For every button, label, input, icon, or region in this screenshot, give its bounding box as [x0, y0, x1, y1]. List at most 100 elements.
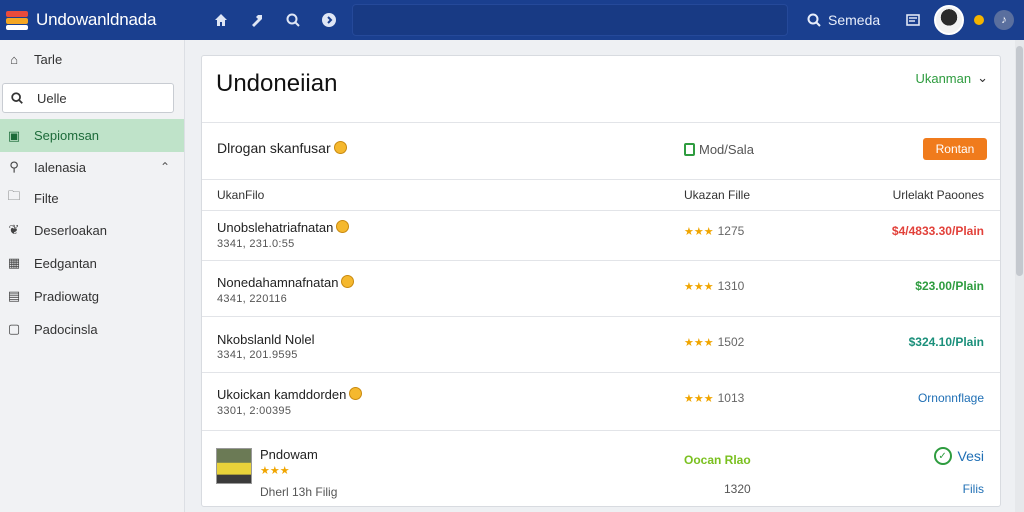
star-icon: ★★★: [684, 336, 714, 349]
row-price: $324.10/Plain: [908, 335, 984, 349]
sidebar-item-label: Deserloakan: [34, 222, 107, 238]
emoji-icon: [336, 220, 350, 233]
sidebar-item-calendar[interactable]: ▦ Eedgantan: [0, 248, 184, 278]
location-icon: ⚲: [9, 159, 19, 174]
sidebar: ⌂ Tarle Uelle ▣ Sepiomsan ⚲ Ialenasia ⌃ …: [0, 40, 185, 512]
action-button[interactable]: Rontan: [923, 138, 987, 160]
info-label: Dlrogan skanfusar: [217, 140, 347, 156]
scrollbar[interactable]: [1015, 40, 1024, 512]
panel-dropdown[interactable]: Ukanman ⌄: [915, 70, 988, 86]
dropdown-value: Ukanman: [915, 70, 972, 86]
global-search-input[interactable]: [352, 4, 788, 36]
column-header-name[interactable]: UkanFilo: [217, 188, 264, 202]
info-icon[interactable]: [318, 9, 340, 31]
sidebar-item-label: Sepiomsan: [34, 128, 100, 143]
row-price[interactable]: Ornonnflage: [918, 391, 984, 405]
divider: [202, 210, 1000, 211]
row-status: Oocan Rlao: [684, 453, 751, 467]
folder-icon: 🗀: [7, 188, 21, 203]
sidebar-item-label: Tarle: [34, 51, 63, 67]
sidebar-item-document[interactable]: ▢ Padocinsla: [0, 314, 184, 344]
row-sub: 4341, 220116: [217, 293, 288, 305]
divider: [202, 260, 1000, 261]
divider: [202, 179, 1000, 180]
search-icon: [807, 13, 821, 27]
sidebar-item-label: Pradiowatg: [34, 288, 100, 304]
divider: [202, 372, 1000, 373]
row-sub: 3341, 231.0:55: [217, 238, 295, 250]
calendar-icon: ▦: [7, 255, 21, 270]
image-icon: ▣: [7, 127, 21, 143]
home-icon: ⌂: [10, 51, 18, 67]
row-name: Pndowam: [260, 447, 318, 462]
top-toolbar: [210, 9, 340, 31]
leaf-icon: ❦: [8, 222, 20, 237]
star-icon: ★★★: [684, 280, 714, 293]
info-file[interactable]: Mod/Sala: [684, 142, 754, 157]
chevron-up-icon[interactable]: ⌃: [160, 160, 170, 174]
sidebar-item-leaf[interactable]: ❦ Deserloakan: [0, 215, 184, 245]
row-name: Nonedahamnafnatan: [217, 275, 355, 290]
sidebar-item-home[interactable]: ⌂ Tarle: [0, 44, 184, 74]
sidebar-item-label: Filte: [34, 190, 59, 206]
brand[interactable]: Undowanldnada: [6, 9, 202, 31]
sidebar-search-field[interactable]: Uelle: [2, 83, 174, 113]
list-icon[interactable]: [902, 9, 924, 31]
app-logo: [6, 9, 28, 31]
sidebar-item-active[interactable]: ▣ Sepiomsan: [0, 119, 184, 152]
sidebar-item-label: Ialenasia: [34, 159, 87, 175]
avatar[interactable]: [934, 5, 964, 35]
thumbnail-image: [216, 448, 252, 484]
emoji-icon: [333, 141, 347, 154]
search-button[interactable]: Semeda: [806, 12, 880, 28]
top-bar: Undowanldnada Semeda ♪: [0, 0, 1024, 40]
sidebar-item-label: Padocinsla: [34, 321, 98, 337]
row-name: Nkobslanld Nolel: [217, 332, 315, 347]
content-panel: Undoneiian Ukanman ⌄ Dlrogan skanfusar M…: [201, 55, 1001, 507]
sidebar-item-files[interactable]: 🗀 Filte: [0, 183, 184, 213]
document-icon: ▢: [7, 321, 21, 336]
emoji-icon: [341, 275, 355, 288]
row-price: $4/4833.30/Plain: [891, 224, 984, 238]
check-circle-icon: ✓: [933, 447, 952, 465]
scrollbar-thumb[interactable]: [1016, 46, 1023, 276]
visit-link[interactable]: ✓ Vesi: [933, 447, 984, 465]
row-rating: ★★★ 1310: [684, 279, 745, 293]
row-rating: ★★★ 1275: [684, 224, 745, 238]
file-icon: [684, 143, 695, 156]
star-icon: ★★★: [260, 465, 290, 477]
music-icon[interactable]: ♪: [994, 10, 1014, 30]
sidebar-search-label: Uelle: [37, 90, 67, 106]
row-count: 1320: [724, 482, 751, 496]
card-icon: ▤: [7, 288, 21, 303]
divider: [202, 122, 1000, 123]
divider: [202, 316, 1000, 317]
tool-icon[interactable]: [246, 9, 268, 31]
row-rating: ★★★ 1013: [684, 391, 745, 405]
divider: [202, 430, 1000, 431]
search-label: Semeda: [828, 12, 881, 28]
row-rating: ★★★ 1502: [684, 335, 745, 349]
row-price: $23.00/Plain: [915, 279, 984, 293]
column-header-rating[interactable]: Ukazan Fille: [684, 188, 750, 202]
sidebar-item-location[interactable]: ⚲ Ialenasia ⌃: [0, 152, 184, 182]
search-icon: [9, 90, 25, 106]
page-title: Undoneiian: [216, 70, 338, 97]
row-sub: 3341, 201.9595: [217, 349, 298, 361]
notification-dot[interactable]: [974, 15, 984, 25]
search-icon[interactable]: [282, 9, 304, 31]
star-icon: ★★★: [684, 225, 714, 238]
files-link[interactable]: Filis: [963, 482, 984, 496]
row-name: Ukoickan kamddorden: [217, 387, 363, 402]
row-name: Unobslehatriafnatan: [217, 220, 350, 235]
home-icon[interactable]: [210, 9, 232, 31]
emoji-icon: [349, 387, 363, 400]
column-header-price[interactable]: Urlelakt Paoones: [893, 188, 984, 202]
star-icon: ★★★: [684, 392, 714, 405]
row-sub: 3301, 2:00395: [217, 405, 292, 417]
user-cluster: ♪: [902, 5, 1014, 35]
app-title: Undowanldnada: [36, 10, 157, 29]
sidebar-item-card[interactable]: ▤ Pradiowatg: [0, 281, 184, 311]
row-footnote: Dherl 13h Filig: [260, 485, 338, 499]
sidebar-item-label: Eedgantan: [34, 255, 97, 271]
